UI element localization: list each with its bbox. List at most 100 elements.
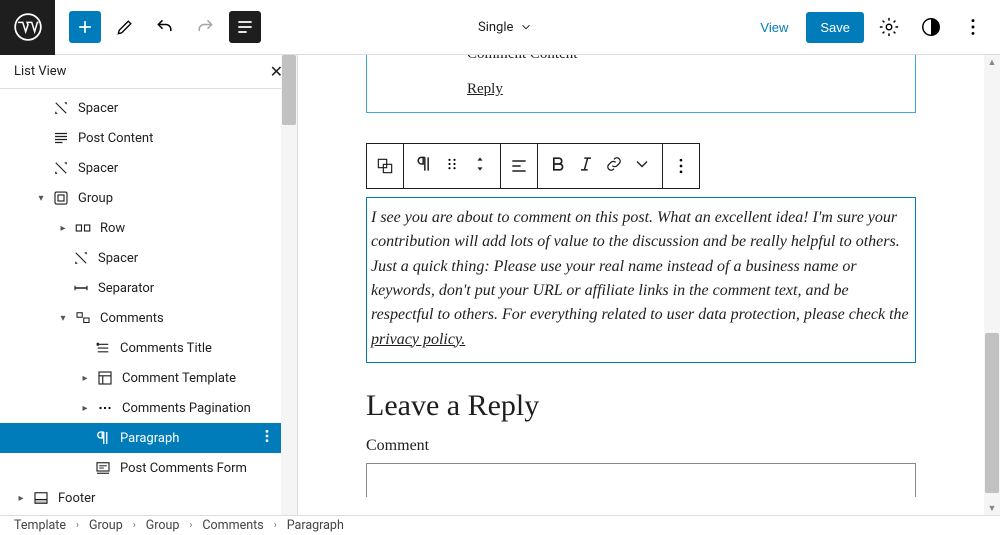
save-button[interactable]: Save [806,12,864,43]
drag-handle[interactable] [442,154,462,178]
tree-node-label: Post Content [72,131,153,146]
tree-node-label: Comments [94,311,164,326]
template-mode-switch[interactable]: Single [478,20,533,35]
top-toolbar-left [0,0,261,54]
tree-node-pcform[interactable]: Post Comments Form [0,453,297,483]
caret-icon[interactable]: ▸ [54,223,72,234]
view-button[interactable]: View [750,12,798,43]
breadcrumb-item[interactable]: Group [146,518,180,533]
scrollbar-thumb[interactable] [282,55,296,125]
block-type-button[interactable] [414,154,434,178]
tree-node-footer[interactable]: ▸ Footer [0,483,297,513]
tree-node-paragraph[interactable]: Paragraph [0,423,297,453]
tree-node-cpag[interactable]: ▸Comments Pagination [0,393,297,423]
more-format-button[interactable] [632,154,652,178]
updown-icon [470,154,490,174]
edit-button[interactable] [109,11,141,43]
caret-icon[interactable]: ▸ [12,493,30,504]
tree-node-label: Spacer [72,161,118,176]
scroll-down-icon[interactable]: ▼ [985,501,999,515]
tree-node-label: Row [94,221,125,236]
settings-button[interactable] [872,10,906,44]
bold-button[interactable] [548,154,568,178]
comment-field-label: Comment [366,437,916,455]
row-icon [72,219,94,237]
bold-icon [548,154,568,174]
tree-node-postcontent[interactable]: Post Content [0,123,297,153]
tree-node-spacer1[interactable]: Spacer [0,93,297,123]
tree-node-spacer2[interactable]: Spacer [0,153,297,183]
select-parent-button[interactable] [367,144,404,188]
comment-block-preview[interactable]: Comment Content Reply [366,55,916,113]
ctemplate-icon [94,369,116,387]
comment-textarea[interactable] [366,463,916,497]
caret-icon[interactable]: ▸ [76,403,94,414]
breadcrumb-sep: › [274,520,277,531]
editor-canvas[interactable]: Comment Content Reply [298,55,984,515]
breadcrumb-item[interactable]: Template [14,518,66,533]
tree-node-separator[interactable]: Separator [0,273,297,303]
postcontent-icon [50,129,72,147]
listview-toggle[interactable] [229,11,261,43]
italic-button[interactable] [576,154,596,178]
scroll-up-icon[interactable]: ▲ [985,55,999,69]
dots-icon [671,156,691,176]
caret-icon[interactable]: ▾ [32,193,50,204]
spacer-icon [50,159,72,177]
block-tree[interactable]: Spacer Post Content Spacer ▾ Group ▸ Row Spacer… [0,89,297,515]
undo-button[interactable] [149,11,181,43]
spacer-icon [70,249,92,267]
canvas-scrollbar-thumb[interactable] [985,333,999,493]
ctitle-icon [92,339,114,357]
add-block-button[interactable] [69,11,101,43]
tree-node-label: Comments Title [114,341,212,356]
tree-node-options[interactable] [259,428,275,448]
paragraph-text: I see you are about to comment on this p… [371,209,909,323]
comment-content-label: Comment Content [467,55,905,63]
tree-node-spacer3[interactable]: Spacer [0,243,297,273]
block-options-button[interactable] [663,144,699,188]
breadcrumb-item[interactable]: Comments [202,518,263,533]
caret-icon[interactable]: ▸ [76,373,94,384]
move-updown[interactable] [470,154,490,178]
tree-node-label: Post Comments Form [114,461,247,476]
listview-scrollbar[interactable] [281,55,297,515]
more-menu-button[interactable] [956,10,990,44]
reply-link[interactable]: Reply [467,81,503,98]
listview-title: List View [14,64,66,79]
template-mode-label: Single [478,20,513,35]
styles-button[interactable] [914,10,948,44]
tree-node-label: Group [72,191,113,206]
link-button[interactable] [604,154,624,178]
block-toolbar [366,143,700,189]
spacer-icon [50,99,72,117]
footer-icon [30,489,52,507]
tree-node-comments[interactable]: ▾ Comments [0,303,297,333]
tree-node-row[interactable]: ▸ Row [0,213,297,243]
tree-node-ctitle[interactable]: Comments Title [0,333,297,363]
breadcrumb-item[interactable]: Paragraph [287,518,344,533]
editor-canvas-wrap: Comment Content Reply [298,55,1000,515]
pcform-icon [92,459,114,477]
listview-header: List View ✕ [0,55,297,89]
chevron-down-icon [632,154,652,174]
redo-button[interactable] [189,11,221,43]
paragraph-block[interactable]: I see you are about to comment on this p… [366,197,916,363]
top-toolbar-right: View Save [750,10,1000,44]
wp-logo[interactable] [0,0,55,55]
tree-node-label: Comment Template [116,371,236,386]
caret-icon[interactable]: ▾ [54,313,72,324]
privacy-policy-link[interactable]: privacy policy. [371,331,465,348]
format-group [538,144,663,188]
parent-icon [375,156,395,176]
align-button[interactable] [501,144,538,188]
block-type-group [404,144,501,188]
tree-node-label: Separator [92,281,154,296]
tree-node-ctemplate[interactable]: ▸ Comment Template [0,363,297,393]
leave-reply-heading: Leave a Reply [366,389,916,423]
canvas-scrollbar[interactable]: ▲ ▼ [984,55,1000,515]
breadcrumb-item[interactable]: Group [89,518,123,533]
tree-node-group[interactable]: ▾ Group [0,183,297,213]
tree-node-label: Footer [52,491,95,506]
link-icon [604,154,624,174]
